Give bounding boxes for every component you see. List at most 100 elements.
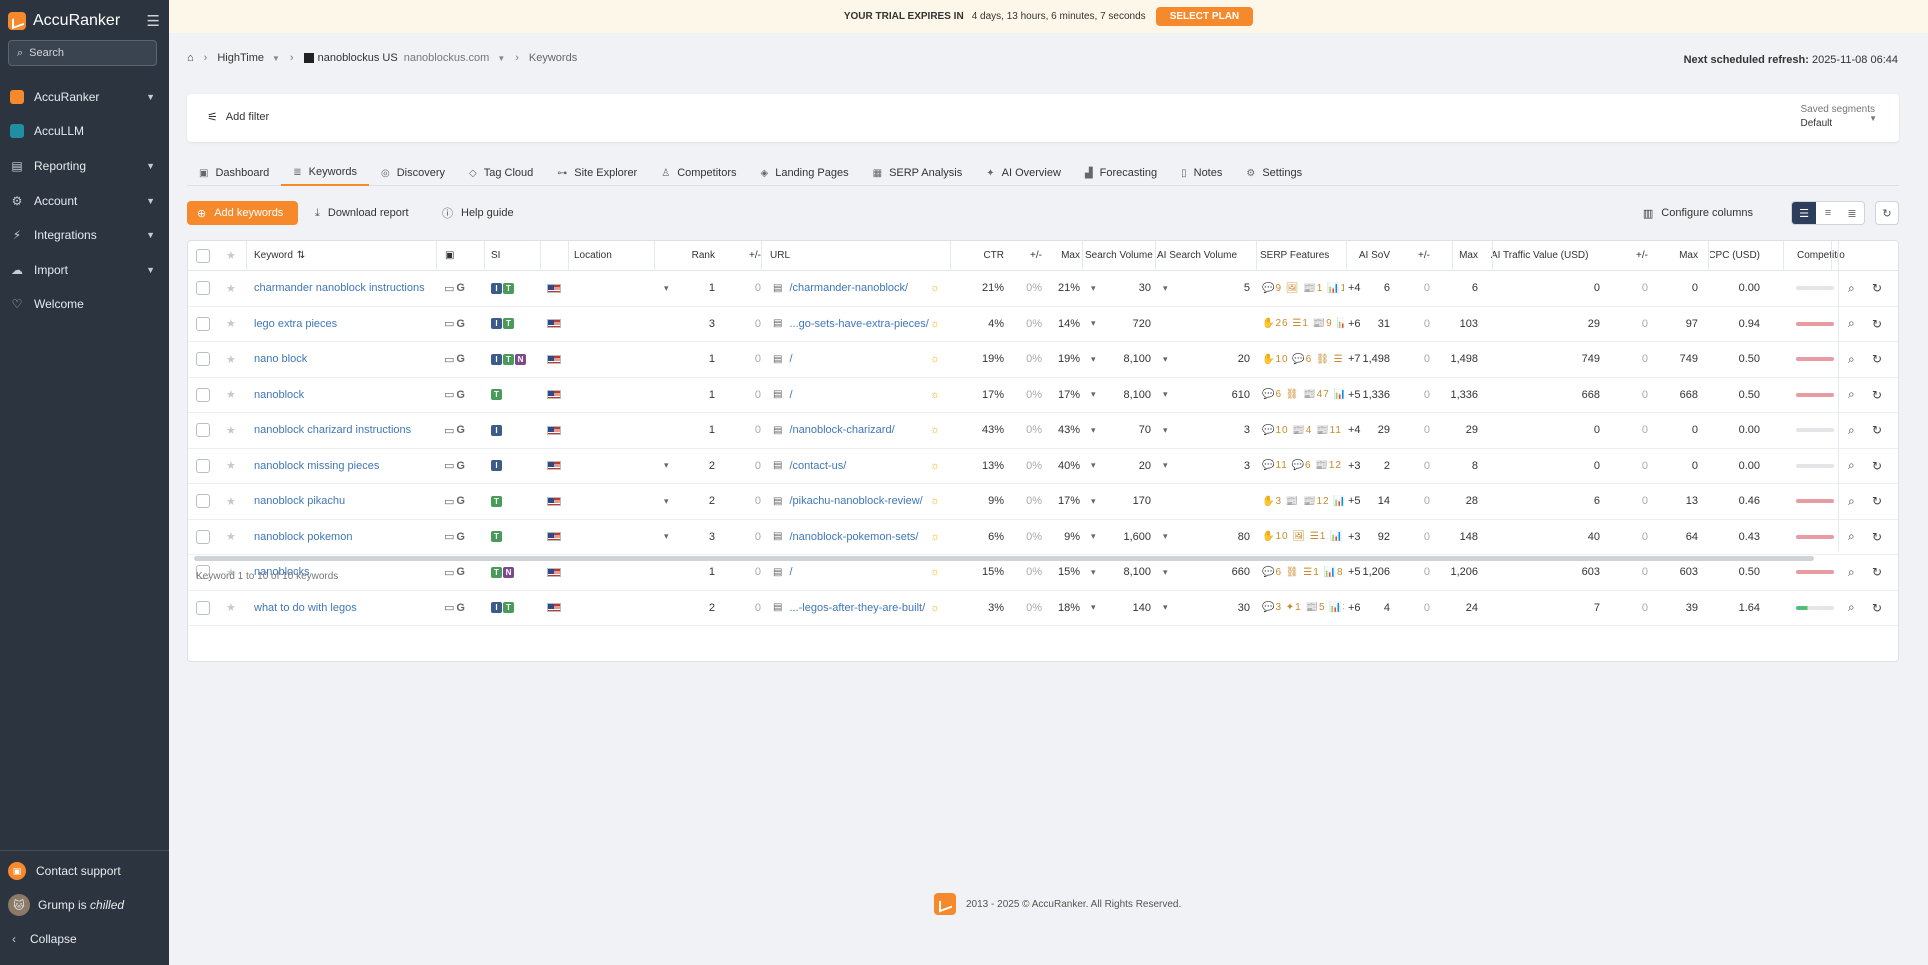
header-ai-search-volume[interactable]: AI Search Volume: [1157, 241, 1247, 270]
url-link[interactable]: /: [789, 389, 792, 401]
column-divider[interactable]: [1256, 241, 1257, 271]
menu-icon[interactable]: ☰: [147, 12, 160, 30]
keyword-link[interactable]: charmander nanoblock instructions: [254, 271, 434, 306]
serp-features[interactable]: ✋3 📰 📰12 📊8: [1262, 484, 1344, 519]
keyword-link[interactable]: nanoblock pokemon: [254, 520, 434, 555]
column-divider[interactable]: [654, 241, 655, 271]
serp-features[interactable]: 💬11 💬6 📰12 💬: [1262, 449, 1344, 484]
sidebar-item-accullm[interactable]: AccuLLM: [0, 114, 169, 148]
chevron-down-icon[interactable]: ▾: [1163, 449, 1175, 484]
compact-view-icon[interactable]: ☰: [1792, 202, 1816, 224]
url-link[interactable]: /charmander-nanoblock/: [789, 282, 908, 294]
serp-features[interactable]: 💬3 ✦1 📰5 📊33: [1262, 591, 1344, 626]
url-cell[interactable]: ▤ ...-legos-after-they-are-built/: [773, 591, 933, 626]
column-divider[interactable]: [1082, 241, 1083, 271]
horizontal-scrollbar[interactable]: [194, 556, 1814, 561]
chevron-down-icon[interactable]: ▾: [1091, 342, 1103, 377]
star-icon[interactable]: ★: [226, 271, 240, 306]
header-competition[interactable]: Competitio: [1797, 241, 1847, 270]
url-cell[interactable]: ▤ /charmander-nanoblock/: [773, 271, 933, 306]
url-cell[interactable]: ▤ /: [773, 342, 933, 377]
breadcrumb-domain[interactable]: nanoblockus.com: [404, 52, 490, 64]
chevron-down-icon[interactable]: [664, 342, 676, 377]
column-divider[interactable]: [1783, 241, 1784, 271]
keyword-link[interactable]: nanoblock: [254, 378, 434, 413]
chevron-down-icon[interactable]: ▼: [272, 54, 280, 63]
chevron-down-icon[interactable]: ▾: [664, 520, 676, 555]
url-link[interactable]: /nanoblock-pokemon-sets/: [789, 531, 918, 543]
star-icon[interactable]: ★: [226, 342, 240, 377]
column-divider[interactable]: [484, 241, 485, 271]
row-checkbox[interactable]: [196, 342, 216, 377]
url-link[interactable]: /pikachu-nanoblock-review/: [789, 495, 922, 507]
url-cell[interactable]: ▤ /: [773, 378, 933, 413]
search-icon[interactable]: ⌕: [1848, 378, 1864, 413]
url-link[interactable]: /: [789, 566, 792, 578]
star-icon[interactable]: ★: [226, 378, 240, 413]
star-icon[interactable]: ★: [226, 591, 240, 626]
contact-support[interactable]: ▣ Contact support: [0, 856, 169, 886]
serp-features[interactable]: ✋10 💬6 ⛓ ☰1: [1262, 342, 1344, 377]
chevron-down-icon[interactable]: ▾: [1091, 484, 1103, 519]
column-divider[interactable]: [246, 241, 247, 271]
url-link[interactable]: ...-legos-after-they-are-built/: [789, 602, 925, 614]
row-checkbox[interactable]: [196, 378, 216, 413]
grump-status[interactable]: 🐱 Grump is chilled: [0, 890, 169, 920]
header-url[interactable]: URL: [770, 241, 830, 270]
search-icon[interactable]: ⌕: [1848, 307, 1864, 342]
chevron-down-icon[interactable]: ▾: [1163, 520, 1175, 555]
header-si[interactable]: SI: [491, 241, 511, 270]
header-ai-sov-change[interactable]: +/-: [1408, 241, 1430, 270]
refresh-icon[interactable]: ↻: [1875, 201, 1899, 225]
url-link[interactable]: /contact-us/: [789, 460, 846, 472]
search-icon[interactable]: ⌕: [1848, 271, 1864, 306]
refresh-icon[interactable]: ↻: [1872, 342, 1888, 377]
refresh-icon[interactable]: ↻: [1872, 413, 1888, 448]
chevron-down-icon[interactable]: ▾: [1163, 591, 1175, 626]
keyword-link[interactable]: nanoblock missing pieces: [254, 449, 434, 484]
breadcrumb-domain-name[interactable]: nanoblockus US: [318, 52, 398, 64]
header-rank[interactable]: Rank: [673, 241, 715, 270]
header-ai-traffic[interactable]: AI Traffic Value (USD): [1491, 241, 1591, 270]
column-divider[interactable]: [540, 241, 541, 271]
refresh-icon[interactable]: ↻: [1872, 307, 1888, 342]
sidebar-search[interactable]: ⌕ Search: [8, 40, 157, 66]
tab-dashboard[interactable]: ▣ Dashboard: [187, 160, 281, 186]
refresh-icon[interactable]: ↻: [1872, 520, 1888, 555]
chevron-down-icon[interactable]: ▾: [1163, 271, 1175, 306]
star-icon[interactable]: ★: [226, 413, 240, 448]
chevron-down-icon[interactable]: ▾: [1091, 449, 1103, 484]
header-ai-sov-max[interactable]: Max: [1438, 241, 1478, 270]
chevron-down-icon[interactable]: ▾: [1091, 307, 1103, 342]
column-divider[interactable]: [761, 241, 762, 271]
url-link[interactable]: ...go-sets-have-extra-pieces/: [789, 318, 928, 330]
serp-features[interactable]: ✋10 🖼 ☰1 📊13: [1262, 520, 1344, 555]
tab-settings[interactable]: ⚙ Settings: [1234, 160, 1314, 186]
select-plan-button[interactable]: SELECT PLAN: [1155, 7, 1254, 26]
header-ai-traffic-change[interactable]: +/-: [1628, 241, 1648, 270]
star-icon[interactable]: ★: [226, 484, 240, 519]
chevron-down-icon[interactable]: ▾: [1163, 378, 1175, 413]
tab-notes[interactable]: ▯ Notes: [1169, 160, 1234, 186]
column-divider[interactable]: [436, 241, 437, 271]
keyword-link[interactable]: lego extra pieces: [254, 307, 434, 342]
saved-segments-select[interactable]: Saved segments Default: [1801, 103, 1876, 131]
header-ctr-change[interactable]: +/-: [1006, 241, 1042, 270]
sidebar-item-accuranker[interactable]: AccuRanker ▼: [0, 80, 169, 114]
serp-features[interactable]: 💬6 ⛓ 📰47 📊12: [1262, 378, 1344, 413]
tab-discovery[interactable]: ◎ Discovery: [369, 160, 457, 186]
search-icon[interactable]: ⌕: [1848, 449, 1864, 484]
row-checkbox[interactable]: [196, 520, 216, 555]
url-cell[interactable]: ▤ /contact-us/: [773, 449, 933, 484]
star-icon[interactable]: ★: [226, 307, 240, 342]
chevron-down-icon[interactable]: ▾: [1091, 591, 1103, 626]
column-divider[interactable]: [1831, 241, 1832, 271]
keyword-link[interactable]: nanoblock charizard instructions: [254, 413, 434, 448]
serp-features[interactable]: 💬10 📰4 📰11 📊: [1262, 413, 1344, 448]
tab-competitors[interactable]: ♙ Competitors: [649, 160, 748, 186]
tab-serp-analysis[interactable]: ▦ SERP Analysis: [861, 160, 975, 186]
tab-tag-cloud[interactable]: ◇ Tag Cloud: [457, 160, 545, 186]
chevron-down-icon[interactable]: [664, 591, 676, 626]
chevron-down-icon[interactable]: ▾: [664, 484, 676, 519]
url-cell[interactable]: ▤ ...go-sets-have-extra-pieces/: [773, 307, 933, 342]
